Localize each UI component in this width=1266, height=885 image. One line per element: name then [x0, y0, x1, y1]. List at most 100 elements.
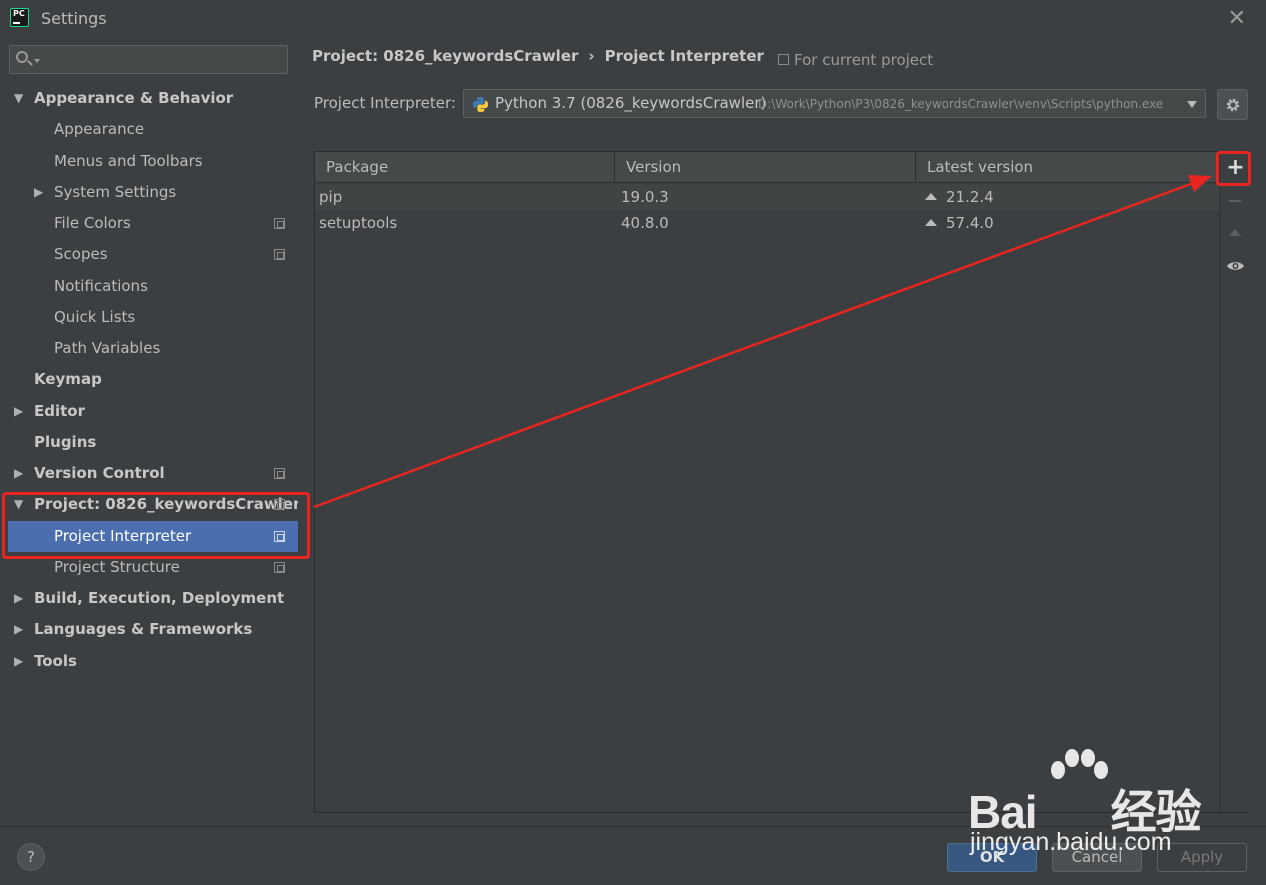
search-input[interactable] [42, 49, 282, 71]
main-panel: Project: 0826_keywordsCrawler › Project In… [298, 36, 1266, 826]
sidebar-item-label: Scopes [54, 245, 108, 263]
package-version: 19.0.3 [621, 188, 669, 206]
upgrade-arrow-icon [925, 193, 937, 200]
ok-button[interactable]: OK [947, 843, 1037, 872]
sidebar-item-tools[interactable]: ▶ Tools [0, 646, 298, 677]
package-version: 40.8.0 [621, 214, 669, 232]
upgrade-arrow-icon [925, 219, 937, 226]
pycharm-logo-icon: PC [10, 8, 29, 27]
sidebar-item-label: System Settings [54, 183, 177, 201]
help-button[interactable]: ? [17, 843, 45, 871]
collapse-arrow-icon[interactable]: ▶ [14, 614, 23, 645]
sidebar-item-label: Project Structure [54, 558, 180, 576]
sidebar-item-appearance[interactable]: Appearance [0, 114, 298, 145]
dialog-footer: ? OK Cancel Apply [0, 826, 1266, 885]
gear-icon [1226, 98, 1240, 112]
interpreter-settings-button[interactable] [1217, 89, 1248, 120]
close-icon[interactable]: ✕ [1228, 6, 1246, 31]
package-latest: 21.2.4 [925, 184, 994, 210]
project-scope-icon [274, 218, 285, 229]
sidebar-item-file-colors[interactable]: File Colors [0, 208, 298, 239]
project-scope-icon [274, 249, 285, 260]
sidebar-item-label: Quick Lists [54, 308, 136, 326]
python-icon [473, 97, 488, 112]
package-name: setuptools [319, 214, 398, 232]
sidebar-item-label: Build, Execution, Deployment [34, 589, 285, 607]
expand-arrow-icon[interactable]: ▼ [14, 489, 23, 520]
sidebar-item-label: File Colors [54, 214, 131, 232]
interpreter-dropdown[interactable]: Python 3.7 (0826_keywordsCrawler) D:\Wor… [463, 89, 1206, 118]
project-scope-icon [274, 531, 285, 542]
table-row[interactable]: pip 19.0.3 21.2.4 [315, 184, 1219, 210]
table-header: Package Version Latest version [315, 152, 1219, 183]
package-toolbar: + [1219, 152, 1250, 812]
sidebar-item-project-structure[interactable]: Project Structure [0, 552, 298, 583]
collapse-arrow-icon[interactable]: ▶ [14, 583, 23, 614]
sidebar-item-label: Version Control [34, 464, 165, 482]
sidebar-item-path-variables[interactable]: Path Variables [0, 333, 298, 364]
interpreter-label: Project Interpreter: [314, 94, 456, 112]
sidebar-item-project-interpreter[interactable]: Project Interpreter [8, 521, 298, 552]
project-scope-icon [274, 562, 285, 573]
sidebar-item-version-control[interactable]: ▶ Version Control [0, 458, 298, 489]
package-latest: 57.4.0 [925, 210, 994, 236]
project-scope-icon [778, 54, 789, 65]
sidebar-item-menus-and-toolbars[interactable]: Menus and Toolbars [0, 146, 298, 177]
for-current-project-label: For current project [794, 51, 934, 69]
sidebar-item-quick-lists[interactable]: Quick Lists [0, 302, 298, 333]
sidebar-item-editor[interactable]: ▶ Editor [0, 396, 298, 427]
breadcrumb-project: Project: 0826_keywordsCrawler [312, 47, 579, 65]
sidebar-item-label: Project: 0826_keywordsCrawler [34, 495, 301, 513]
package-latest-value: 57.4.0 [946, 214, 994, 232]
sidebar-item-project-0826-keywordscrawler[interactable]: ▼ Project: 0826_keywordsCrawler [0, 489, 301, 520]
table-row[interactable]: setuptools 40.8.0 57.4.0 [315, 210, 1219, 236]
expand-arrow-icon[interactable]: ▼ [14, 83, 23, 114]
settings-sidebar: ▼ Appearance & Behavior Appearance Menus an… [0, 36, 301, 826]
package-latest-value: 21.2.4 [946, 188, 994, 206]
project-scope-icon [274, 468, 285, 479]
collapse-arrow-icon[interactable]: ▶ [14, 458, 23, 489]
for-current-project-note: For current project [778, 51, 933, 69]
collapse-arrow-icon[interactable]: ▶ [14, 646, 23, 677]
sidebar-item-languages-frameworks[interactable]: ▶ Languages & Frameworks [0, 614, 298, 645]
minus-icon[interactable] [1220, 186, 1251, 216]
sidebar-item-label: Languages & Frameworks [34, 620, 253, 638]
chevron-down-icon [1187, 101, 1197, 108]
collapse-arrow-icon[interactable]: ▶ [14, 396, 23, 427]
column-header-latest-version[interactable]: Latest version [916, 152, 1219, 183]
breadcrumb-page: Project Interpreter [604, 47, 764, 65]
sidebar-item-label: Project Interpreter [54, 527, 192, 545]
upgrade-arrow-icon[interactable] [1220, 218, 1251, 248]
search-icon [16, 51, 28, 63]
apply-button[interactable]: Apply [1157, 843, 1247, 872]
project-scope-icon [274, 499, 285, 510]
sidebar-item-label: Keymap [34, 370, 102, 388]
breadcrumb: Project: 0826_keywordsCrawler › Project In… [312, 47, 764, 65]
sidebar-item-notifications[interactable]: Notifications [0, 271, 298, 302]
package-table: Package Version Latest version pip 19.0.… [314, 151, 1250, 813]
sidebar-item-plugins[interactable]: Plugins [0, 427, 298, 458]
column-header-version[interactable]: Version [615, 152, 916, 183]
sidebar-item-label: Appearance & Behavior [34, 89, 234, 107]
sidebar-item-label: Appearance [54, 120, 145, 138]
collapse-arrow-icon[interactable]: ▶ [34, 177, 43, 208]
sidebar-item-build-execution-deployment[interactable]: ▶ Build, Execution, Deployment [0, 583, 298, 614]
sidebar-item-keymap[interactable]: Keymap [0, 364, 298, 395]
package-name: pip [319, 188, 343, 206]
sidebar-item-appearance-behavior[interactable]: ▼ Appearance & Behavior [0, 83, 298, 114]
sidebar-item-label: Path Variables [54, 339, 161, 357]
add-package-button[interactable]: + [1220, 154, 1251, 184]
interpreter-path: D:\Work\Python\P3\0826_keywordsCrawler\v… [758, 97, 1164, 111]
sidebar-item-scopes[interactable]: Scopes [0, 239, 298, 270]
cancel-button[interactable]: Cancel [1052, 843, 1142, 872]
chevron-down-icon[interactable] [34, 59, 40, 63]
settings-search[interactable] [9, 45, 288, 74]
sidebar-item-label: Plugins [34, 433, 97, 451]
column-header-package[interactable]: Package [315, 152, 615, 183]
sidebar-item-label: Editor [34, 402, 85, 420]
title-bar: PC Settings ✕ [0, 0, 1266, 36]
window-title: Settings [41, 9, 107, 28]
interpreter-name: Python 3.7 (0826_keywordsCrawler) [495, 94, 767, 112]
sidebar-item-system-settings[interactable]: ▶ System Settings [0, 177, 298, 208]
eye-icon[interactable] [1220, 251, 1251, 281]
